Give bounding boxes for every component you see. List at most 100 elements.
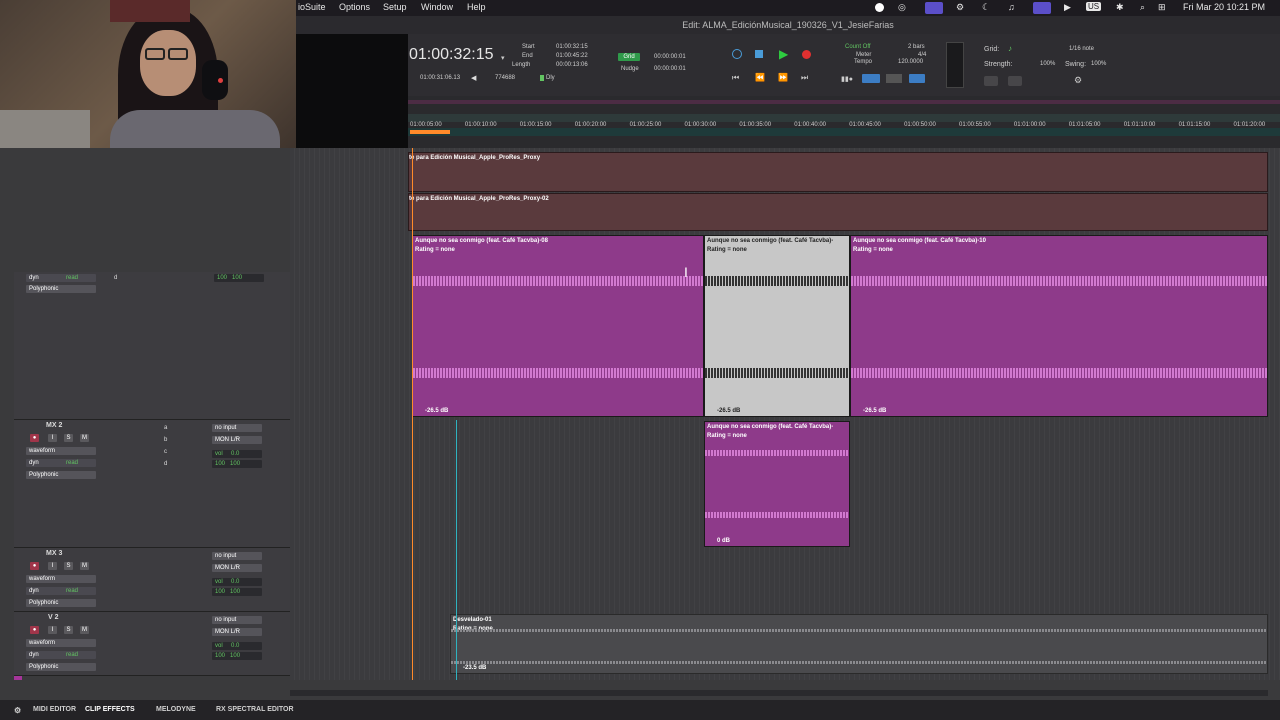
chevron-down-icon[interactable]: ▾	[501, 54, 505, 62]
track-header-mx2[interactable]: MX 2 ● I S M waveform dyn read Polyphonic…	[14, 420, 290, 548]
clip-gain[interactable]: -26.5 dB	[425, 408, 448, 414]
track-header-v2[interactable]: V 2 ● I S M waveform dyn read Polyphonic …	[14, 612, 290, 676]
circle-icon[interactable]	[875, 3, 884, 12]
pan-readout[interactable]: 100 100	[212, 460, 262, 468]
insert-dyn[interactable]: dyn read	[26, 459, 96, 467]
menu-setup[interactable]: Setup	[383, 2, 407, 12]
audio-clip-10[interactable]: Aunque no sea conmigo (feat. Café Tacvba…	[850, 235, 1268, 417]
play-circle-icon[interactable]: ▶	[1064, 2, 1071, 13]
audio-clip-selected[interactable]: Aunque no sea conmigo (feat. Café Tacvba…	[704, 235, 850, 417]
output-selector[interactable]: MON L/R	[212, 564, 262, 572]
dock-settings-icon[interactable]: ⚙	[14, 706, 21, 715]
insert-dyn[interactable]: dyn read	[26, 587, 96, 595]
insert-dyn[interactable]: dyn read	[26, 651, 96, 659]
view-selector[interactable]: waveform	[26, 575, 96, 583]
view-selector[interactable]: waveform	[26, 447, 96, 455]
audio-clip-08[interactable]: Aunque no sea conmigo (feat. Café Tacvba…	[412, 235, 704, 417]
track-name[interactable]: V 2	[48, 614, 59, 621]
input-monitor-button[interactable]: I	[48, 626, 57, 634]
input-lang[interactable]: US	[1086, 2, 1102, 11]
nudge-value[interactable]: 00:00:00:01	[654, 66, 686, 72]
output-selector[interactable]: MON L/R	[212, 436, 262, 444]
track-name[interactable]: MX 2	[46, 422, 62, 429]
input-monitor-button[interactable]: I	[48, 562, 57, 570]
screen-icon[interactable]	[925, 2, 943, 14]
video-clip-2[interactable]: te para Edición Musical_Apple_ProRes_Pro…	[408, 193, 1268, 231]
send-a[interactable]: a	[164, 425, 167, 431]
count-off-bars[interactable]: 2 bars	[908, 44, 925, 50]
insert-polyphonic[interactable]: Polyphonic	[26, 599, 96, 607]
search-icon[interactable]: ⌕	[1140, 2, 1145, 13]
fast-forward-icon[interactable]: ⏩	[778, 73, 788, 82]
moon-icon[interactable]: ☾	[982, 2, 990, 13]
insert-polyphonic[interactable]: Polyphonic	[26, 285, 96, 293]
send-c[interactable]: c	[164, 449, 167, 455]
stop-button[interactable]	[755, 50, 763, 58]
audio-clip-desvelado[interactable]: Desvelado-01 Rating = none -23.5 dB	[450, 614, 1268, 674]
record-arm-button[interactable]: ●	[30, 562, 39, 570]
loop-icon[interactable]	[732, 49, 742, 59]
tempo-value[interactable]: 120.0000	[898, 59, 923, 65]
mute-button[interactable]: M	[80, 434, 89, 442]
video-clip-1[interactable]: te para Edición Musical_Apple_ProRes_Pro…	[408, 152, 1268, 192]
settings-gear-icon[interactable]: ⚙	[1074, 75, 1082, 86]
grid-note-value[interactable]: 1/16 note	[1069, 46, 1094, 52]
count-off-toggle[interactable]: Count Off	[845, 44, 871, 50]
playhead-line[interactable]	[412, 148, 413, 680]
start-value[interactable]: 01:00:32:15	[556, 44, 588, 50]
volume-readout[interactable]: vol 0.0	[212, 642, 262, 650]
input-selector[interactable]: no input	[212, 424, 262, 432]
rtz-icon[interactable]: ⏮	[732, 73, 739, 83]
solo-button[interactable]: S	[64, 434, 73, 442]
restore-button[interactable]	[1008, 76, 1022, 86]
edit-cursor-line[interactable]	[456, 420, 457, 680]
wait-for-note-icon[interactable]	[862, 74, 880, 83]
volume-readout[interactable]: vol 0.0	[212, 450, 262, 458]
end-value[interactable]: 01:00:45:22	[556, 53, 588, 59]
tab-midi-editor[interactable]: MIDI EDITOR	[33, 706, 76, 713]
main-counter[interactable]: 01:00:32:15	[409, 46, 494, 64]
bluetooth-icon[interactable]: ✱	[1116, 2, 1124, 13]
mute-button[interactable]: M	[80, 562, 89, 570]
solo-button[interactable]: S	[64, 626, 73, 634]
pan-readout[interactable]: 100 100	[212, 652, 262, 660]
share-icon[interactable]: ◎	[898, 2, 906, 13]
view-selector[interactable]: waveform	[26, 639, 96, 647]
gear-icon[interactable]: ⚙	[956, 2, 964, 13]
volume-readout[interactable]: vol 0.0	[212, 578, 262, 586]
quantize-button[interactable]	[984, 76, 998, 86]
record-arm-button[interactable]: ●	[30, 434, 39, 442]
swing-value[interactable]: 100%	[1091, 61, 1106, 67]
length-value[interactable]: 00:00:13:06	[556, 62, 588, 68]
end-icon[interactable]: ⏭	[801, 73, 808, 83]
tempo-ruler[interactable]	[408, 114, 1280, 122]
input-selector[interactable]: no input	[212, 616, 262, 624]
track-header-1[interactable]: dyn read Polyphonic d 100 100	[14, 272, 290, 420]
input-selector[interactable]: no input	[212, 552, 262, 560]
clip-gain[interactable]: -26.5 dB	[863, 408, 886, 414]
tempo-map-icon[interactable]	[909, 74, 925, 83]
input-monitor-button[interactable]: I	[48, 434, 57, 442]
track-name[interactable]: MX 3	[46, 550, 62, 557]
tab-clip-effects[interactable]: CLIP EFFECTS	[85, 706, 135, 713]
clip-gain[interactable]: -23.5 dB	[463, 665, 486, 671]
play-button[interactable]: ▶	[779, 47, 788, 61]
pan-readout[interactable]: 100 100	[214, 274, 264, 282]
clock[interactable]: Fri Mar 20 10:21 PM	[1183, 2, 1265, 12]
output-selector[interactable]: MON L/R	[212, 628, 262, 636]
marker-ruler[interactable]	[408, 100, 1280, 104]
timecode-ruler[interactable]	[408, 128, 1280, 136]
insert-polyphonic[interactable]: Polyphonic	[26, 663, 96, 671]
solo-button[interactable]: S	[64, 562, 73, 570]
rewind-icon[interactable]: ⏪	[755, 73, 765, 82]
strength-value[interactable]: 100%	[1040, 61, 1055, 67]
send-b[interactable]: d	[114, 275, 117, 281]
record-button[interactable]	[802, 50, 811, 59]
meter-value[interactable]: 4/4	[918, 52, 926, 58]
clip-gain[interactable]: -26.5 dB	[717, 408, 740, 414]
send-d[interactable]: d	[164, 461, 167, 467]
menu-app[interactable]: ioSuite	[298, 2, 326, 12]
headphones-icon[interactable]: ♫	[1008, 2, 1015, 12]
pan-readout[interactable]: 100 100	[212, 588, 262, 596]
midi-merge-icon[interactable]: ▮▮●	[841, 75, 853, 83]
